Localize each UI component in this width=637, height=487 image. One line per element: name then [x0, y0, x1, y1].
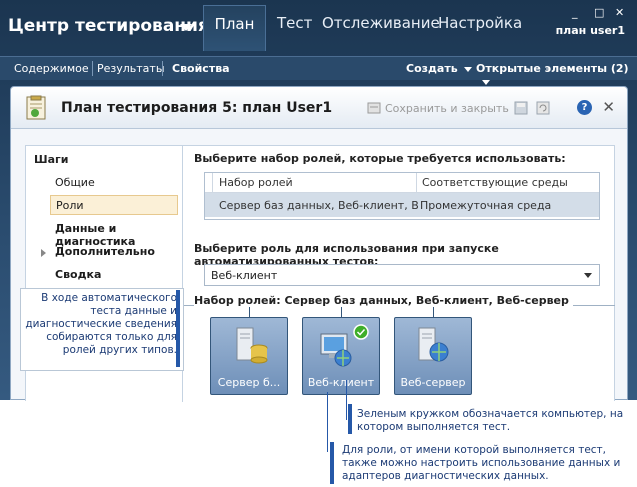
step-summary[interactable]: Сводка: [50, 265, 178, 285]
connector: [433, 307, 434, 317]
machine-web-server[interactable]: Веб-сервер: [394, 317, 472, 395]
step-general[interactable]: Общие: [50, 173, 178, 193]
connector: [249, 307, 250, 317]
separator: [162, 61, 163, 76]
cell-role-set: Сервер баз данных, Веб-клиент, Веб-серве…: [219, 199, 419, 212]
close-window-icon[interactable]: ✕: [615, 6, 624, 19]
open-items-label: Открытые элементы (2): [476, 62, 629, 75]
machine-label: Сервер б...: [217, 376, 281, 389]
dialog-title: План тестирования 5: план User1: [61, 100, 333, 116]
tab-settings[interactable]: Настройка: [438, 14, 522, 32]
callout-leader: [346, 380, 347, 420]
sub-navigation: Содержимое Результаты Свойства Создать О…: [0, 56, 637, 85]
server-database-icon: [236, 327, 268, 364]
save-close-icon: [367, 102, 381, 114]
callout-bar: [176, 290, 180, 367]
column-role-set[interactable]: Набор ролей: [219, 176, 293, 189]
refresh-icon[interactable]: [536, 101, 550, 115]
running-indicator-icon: [353, 324, 369, 340]
callout-running-machine: Зеленым кружком обозначается компьютер, …: [357, 408, 624, 433]
step-data-diagnostics[interactable]: Данные и диагностика: [50, 219, 178, 248]
screenshot-root: Центр тестирования План Тест Отслеживани…: [0, 0, 637, 487]
callout-bar: [348, 404, 352, 434]
save-and-close-button[interactable]: Сохранить и закрыть: [385, 102, 509, 115]
save-icon[interactable]: [514, 101, 528, 115]
callout-bar: [330, 442, 334, 484]
machine-label: Веб-сервер: [400, 376, 466, 389]
machine-web-client[interactable]: Веб-клиент: [302, 317, 380, 395]
web-server-icon: [418, 327, 449, 362]
roles-content: Выберите набор ролей, которые требуется …: [184, 146, 615, 402]
maximize-icon[interactable]: □: [594, 6, 604, 19]
create-label: Создать: [406, 62, 458, 75]
callout-diagnostics-note: В ходе автоматического теста данные и ди…: [20, 288, 184, 371]
open-items-caret-icon: [482, 79, 490, 85]
separator: [92, 61, 93, 76]
expand-arrow-icon[interactable]: [41, 249, 46, 257]
dropdown-arrow-icon: [584, 273, 592, 278]
title-bar: Центр тестирования План Тест Отслеживани…: [0, 0, 637, 56]
cell-environment: Промежуточная среда: [420, 199, 552, 212]
role-set-table: Набор ролей Соответствующие среды Сервер…: [204, 172, 600, 220]
tab-test[interactable]: Тест: [277, 14, 312, 32]
column-divider: [416, 173, 417, 193]
tab-tracking[interactable]: Отслеживание: [322, 14, 440, 32]
open-items-menu[interactable]: Открытые элементы (2): [476, 62, 637, 88]
link-contents[interactable]: Содержимое: [14, 62, 89, 75]
machine-db-server[interactable]: Сервер б...: [210, 317, 288, 395]
role-select-value: Веб-клиент: [211, 269, 278, 282]
role-set-caption: Набор ролей: Сервер баз данных, Веб-клие…: [194, 294, 573, 307]
role-select[interactable]: Веб-клиент: [204, 264, 600, 286]
dialog-close-icon[interactable]: ✕: [602, 98, 615, 116]
column-environments[interactable]: Соответствующие среды: [422, 176, 568, 189]
minimize-icon[interactable]: _: [572, 6, 578, 19]
create-caret-icon: [463, 66, 472, 72]
user-label: план user1: [555, 24, 625, 37]
machine-label: Веб-клиент: [307, 376, 375, 389]
column-divider: [212, 173, 213, 193]
table-row[interactable]: Сервер баз данных, Веб-клиент, Веб-серве…: [205, 193, 599, 217]
app-menu-caret-icon[interactable]: [180, 24, 192, 31]
tab-plan[interactable]: План: [203, 5, 266, 51]
connector: [341, 307, 342, 317]
step-advanced[interactable]: Дополнительно: [50, 242, 178, 262]
app-title[interactable]: Центр тестирования: [8, 16, 209, 36]
dialog-header: План тестирования 5: план User1 Сохранит…: [11, 87, 627, 129]
link-results[interactable]: Результаты: [97, 62, 165, 75]
table-header: Набор ролей Соответствующие среды: [205, 173, 599, 193]
steps-header: Шаги: [34, 153, 69, 166]
test-plan-icon: [26, 95, 46, 120]
link-properties[interactable]: Свойства: [172, 62, 230, 75]
help-icon[interactable]: ?: [577, 100, 592, 115]
create-menu[interactable]: Создать: [406, 62, 472, 75]
step-roles[interactable]: Роли: [50, 195, 178, 215]
callout-leader: [327, 392, 328, 452]
callout-role-config: Для роли, от имени которой выполняется т…: [342, 444, 621, 482]
role-set-prompt: Выберите набор ролей, которые требуется …: [194, 152, 566, 165]
